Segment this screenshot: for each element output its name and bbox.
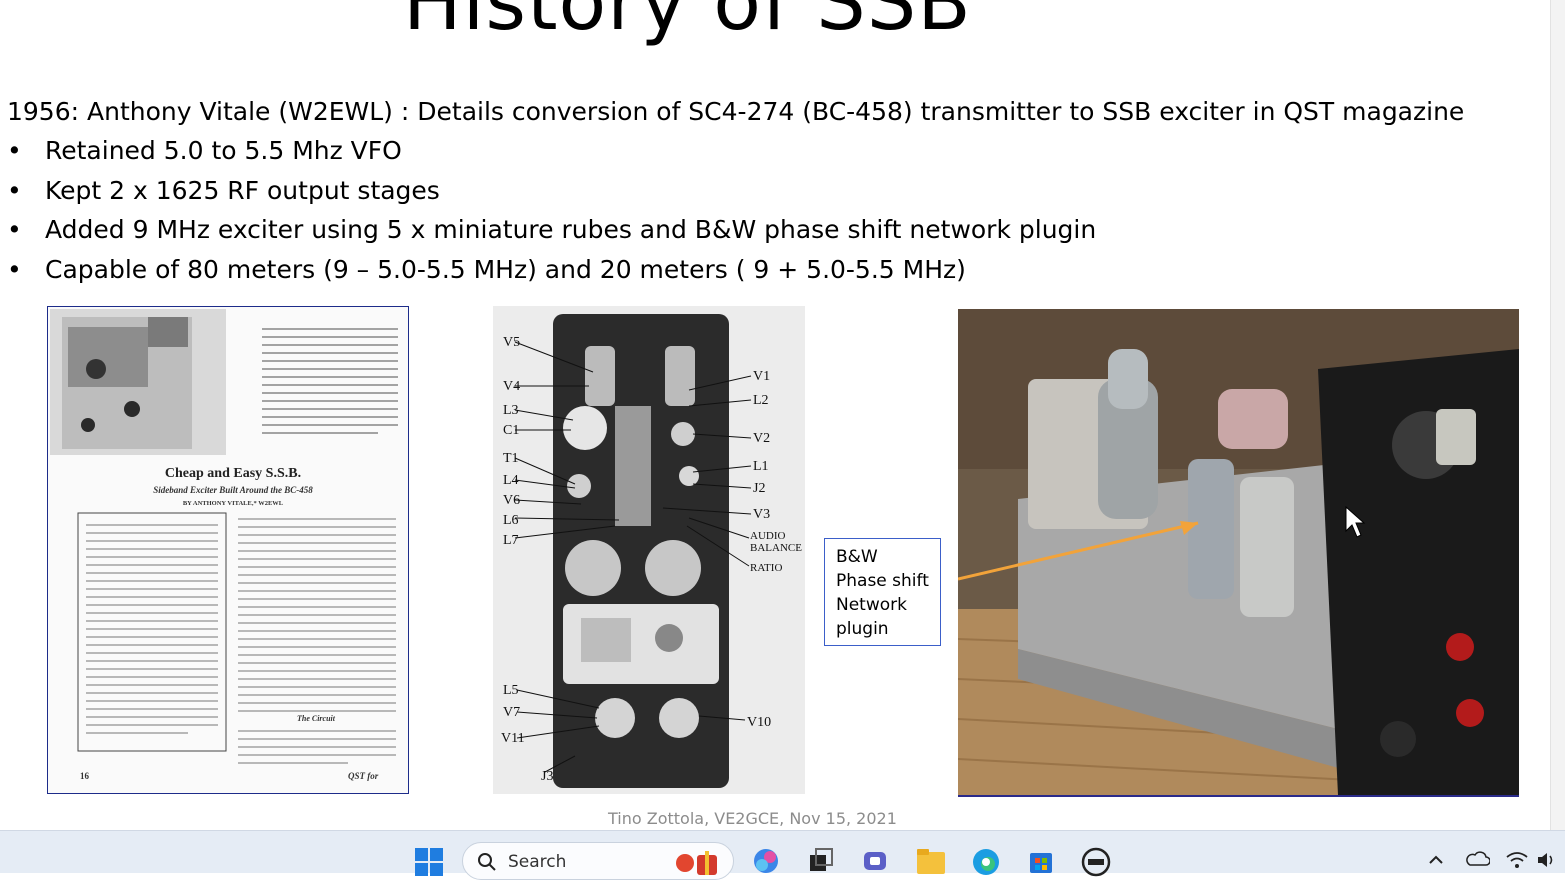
phase-shift-callout: B&W Phase shift Network plugin — [824, 538, 941, 646]
slide-title: History of SSB — [403, 0, 972, 48]
widgets-icon[interactable] — [671, 847, 725, 877]
teams-icon[interactable] — [861, 847, 889, 875]
diagram-label-v1: V1 — [753, 369, 770, 384]
wifi-icon[interactable] — [1506, 851, 1528, 873]
exciter-photo — [958, 309, 1519, 797]
chevron-up-icon[interactable] — [1428, 851, 1444, 869]
diagram-label-v5: V5 — [503, 335, 520, 350]
start-icon[interactable] — [414, 847, 443, 876]
bullet-glyph: • — [7, 175, 22, 205]
speaker-icon[interactable] — [1536, 851, 1558, 873]
taskbar: Search — [0, 830, 1565, 880]
bullet-item: • Added 9 MHz exciter using 5 x miniature… — [7, 215, 1096, 255]
diagram-label-t1: T1 — [503, 451, 519, 466]
article-subhead: Sideband Exciter Built Around the BC-458 — [153, 485, 313, 495]
copilot-icon[interactable] — [752, 847, 780, 875]
article-headline: Cheap and Easy S.S.B. — [165, 466, 301, 481]
callout-line: B&W — [836, 547, 878, 567]
task-view-icon[interactable] — [806, 847, 834, 875]
diagram-label-l7: L7 — [503, 533, 519, 548]
callout-line: plugin — [836, 619, 889, 639]
taskbar-search-label: Search — [508, 852, 567, 872]
bullet-text: Added 9 MHz exciter using 5 x miniature … — [45, 215, 1097, 244]
bullet-glyph: • — [7, 136, 22, 165]
diagram-label-v11: V11 — [501, 731, 525, 746]
article-byline: BY ANTHONY VITALE,* W2EWL — [183, 500, 284, 507]
article-journal: QST for — [348, 771, 379, 781]
diagram-label-l2: L2 — [753, 393, 769, 408]
diagram-label-l1: L1 — [753, 459, 769, 474]
diagram-label-v3: V3 — [753, 507, 770, 522]
search-icon — [478, 853, 496, 871]
diagram-label-v2: V2 — [753, 431, 770, 446]
chassis-diagram-image: V5 V4 L3 C1 T1 L4 V6 L6 L7 L5 V7 V11 J3 … — [493, 306, 805, 794]
scrollbar-track[interactable] — [1550, 0, 1565, 830]
bullet-text: Capable of 80 meters (9 – 5.0-5.5 MHz) a… — [45, 254, 966, 284]
diagram-label-j2: J2 — [753, 481, 765, 496]
lead-line: 1956: Anthony Vitale (W2EWL) : Details c… — [7, 97, 1465, 126]
bullet-list: • Retained 5.0 to 5.5 Mhz VFO • Kept 2 x 1… — [7, 136, 1096, 294]
edge-icon[interactable] — [971, 847, 999, 875]
bullet-text: Kept 2 x 1625 RF output stages — [45, 175, 440, 205]
bullet-glyph: • — [7, 215, 22, 244]
diagram-label-l3: L3 — [503, 403, 519, 418]
diagram-label-l6: L6 — [503, 513, 519, 528]
diagram-label-j3: J3 — [541, 769, 553, 784]
slide-footer: Tino Zottola, VE2GCE, Nov 15, 2021 — [608, 809, 897, 828]
diagram-label-balance: BALANCE — [750, 542, 802, 554]
diagram-label-v4: V4 — [503, 379, 520, 394]
slide-canvas: History of SSB 1956: Anthony Vitale (W2E… — [0, 0, 1550, 830]
bullet-item: • Capable of 80 meters (9 – 5.0-5.5 MHz) … — [7, 255, 1096, 295]
file-explorer-icon[interactable] — [916, 847, 945, 875]
bullet-item: • Retained 5.0 to 5.5 Mhz VFO — [7, 136, 1096, 176]
diagram-label-v7: V7 — [503, 705, 520, 720]
diagram-label-ratio: RATIO — [750, 562, 782, 574]
taskbar-search-box[interactable]: Search — [462, 842, 734, 880]
diagram-label-l5: L5 — [503, 683, 519, 698]
dell-icon[interactable] — [1081, 847, 1111, 877]
diagram-label-c1: C1 — [503, 423, 519, 438]
bullet-item: • Kept 2 x 1625 RF output stages — [7, 176, 1096, 216]
diagram-label-audio: AUDIO — [750, 530, 785, 542]
diagram-label-l4: L4 — [503, 473, 519, 488]
qst-article-image: Cheap and Easy S.S.B. Sideband Exciter B… — [47, 306, 409, 794]
bullet-text: Retained 5.0 to 5.5 Mhz VFO — [45, 136, 402, 165]
diagram-label-v10: V10 — [747, 715, 771, 730]
bullet-glyph: • — [7, 254, 22, 284]
onedrive-icon[interactable] — [1464, 851, 1491, 871]
article-section-heading: The Circuit — [297, 714, 336, 723]
diagram-label-v6: V6 — [503, 493, 520, 508]
article-page-number: 16 — [80, 771, 90, 781]
store-icon[interactable] — [1027, 847, 1055, 875]
callout-line: Network — [836, 595, 907, 615]
callout-line: Phase shift — [836, 571, 929, 591]
